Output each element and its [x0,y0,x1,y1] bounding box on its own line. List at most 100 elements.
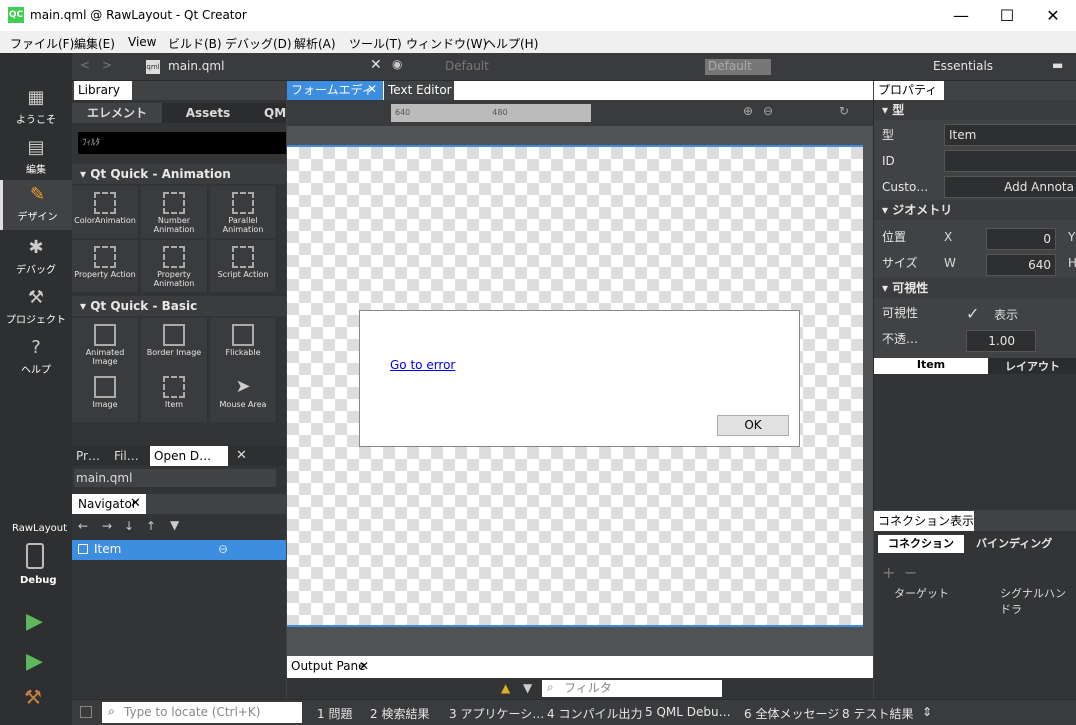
menu-help[interactable]: ヘルプ(H) [484,35,538,52]
workspace-selector[interactable]: Essentials [933,59,993,73]
menu-build[interactable]: ビルド(B) [168,35,222,52]
lib-item-property-action[interactable]: Property Action [72,240,139,292]
navigator-item-row[interactable]: Item ⊖ [72,540,286,560]
tab-elements[interactable]: エレメント [72,103,162,123]
move-left-icon[interactable]: ← [78,519,88,533]
lib-item-border-image[interactable]: Border Image [141,318,208,370]
lib-item-item[interactable]: Item [141,370,208,422]
close-tab-icon[interactable]: ✕ [236,448,247,463]
menu-tools[interactable]: ツール(T) [349,35,402,52]
menu-edit[interactable]: 編集(E) [74,35,115,52]
lib-item-flickable[interactable]: Flickable [210,318,277,370]
section-geometry[interactable]: ▾ ジオメトリ [874,200,1076,220]
locator-input[interactable]: Type to locate (Ctrl+K) [102,702,302,723]
live-preview-icon[interactable]: ◉ [392,57,402,71]
opacity-spinbox[interactable]: 1.00 [966,330,1036,352]
close-form-editor-icon[interactable]: ✕ [367,82,377,96]
mode-edit[interactable]: ▤ 編集 [0,133,72,183]
maximize-button[interactable]: ☐ [984,0,1030,31]
menu-window[interactable]: ウィンドウ(W) [406,35,487,52]
move-up-icon[interactable]: ↑ [146,519,156,533]
menu-analyze[interactable]: 解析(A) [294,35,336,52]
go-to-error-link[interactable]: Go to error [390,358,455,372]
toggle-sidebar-icon[interactable] [80,706,92,718]
id-field[interactable] [944,150,1076,172]
section-animation[interactable]: ▾ Qt Quick - Animation [72,164,286,184]
close-output-icon[interactable]: ✕ [359,659,369,673]
reset-icon[interactable]: ↻ [839,104,849,118]
lib-item-color-animation[interactable]: ColorAnimation [72,186,139,238]
section-type[interactable]: ▾ 型 [874,100,1076,120]
properties-tab[interactable]: プロパティ [874,81,944,100]
pane-test-results[interactable]: 8 テスト結果 [842,705,913,722]
library-filter-input[interactable]: ﾌｨﾙﾀ [78,132,286,154]
ok-button[interactable]: OK [717,415,789,436]
x-spinbox[interactable]: 0 [986,228,1056,250]
build-hammer-icon[interactable]: ⚒ [24,685,42,709]
add-connection-icon[interactable]: + [882,563,895,582]
tab-projects[interactable]: Pr… [76,449,100,463]
remove-connection-icon[interactable]: − [904,563,917,582]
pane-compile-output[interactable]: 4 コンパイル出力 [547,705,642,722]
pane-search-results[interactable]: 2 検索結果 [370,705,429,722]
tab-text-editor[interactable]: Text Editor [384,81,454,100]
tab-layout-props[interactable]: レイアウト [988,358,1076,374]
lib-item-animated-image[interactable]: Animated Image [72,318,139,370]
pane-qml-debugger[interactable]: 5 QML Debu… [645,705,731,719]
close-document-icon[interactable]: ✕ [370,57,382,73]
more-panes-icon[interactable]: ⇕ [922,705,932,719]
tab-bindings[interactable]: バインディング [970,535,1066,553]
pane-issues[interactable]: 1 問題 [317,705,352,722]
pane-general-messages[interactable]: 6 全体メッセージ [744,705,839,722]
tab-assets[interactable]: Assets [168,103,248,123]
zoom-in-icon[interactable]: ⊕ [743,104,753,118]
warning-icon[interactable]: ▲ [501,681,510,695]
mode-debug[interactable]: ✱ デバッグ [0,233,72,283]
close-navigator-icon[interactable]: ✕ [130,496,141,511]
mode-projects[interactable]: ⚒ プロジェクト [0,283,72,333]
export-icon[interactable]: ⊖ [218,542,228,556]
mode-design[interactable]: ✎ デザイン [0,180,72,230]
lib-item-property-animation[interactable]: Property Animation [141,240,208,292]
mode-help[interactable]: ? ヘルプ [0,333,72,383]
move-right-icon[interactable]: → [102,519,112,533]
lib-item-script-action[interactable]: Script Action [210,240,277,292]
style-selector[interactable]: Default [445,59,489,73]
tab-filesystem[interactable]: Fil… [114,449,139,463]
annotation-icon[interactable]: ▬ [1052,58,1063,72]
add-annotation-button[interactable]: Add Annota [944,176,1076,198]
run-icon[interactable]: ▶ [26,609,43,634]
section-visibility[interactable]: ▾ 可視性 [874,278,1076,298]
filter-icon[interactable]: ▼ [523,681,532,695]
section-basic[interactable]: ▾ Qt Quick - Basic [72,296,286,316]
menu-file[interactable]: ファイル(F) [10,35,74,52]
menu-view[interactable]: View [128,35,156,49]
state-selector[interactable]: Default [705,59,771,75]
width-spinbox[interactable]: 640 [986,254,1056,276]
tab-item-props[interactable]: Item [874,358,988,374]
visible-checkbox[interactable]: ✓ [966,304,979,323]
pane-application-output[interactable]: 3 アプリケーシ… [449,705,544,722]
close-button[interactable]: ✕ [1030,0,1076,31]
connections-tab[interactable]: コネクション表示 [874,511,974,531]
tab-connections[interactable]: コネクション [878,535,964,553]
mode-welcome[interactable]: ▦ ようこそ [0,83,72,133]
lib-item-mouse-area[interactable]: ➤ Mouse Area [210,370,277,422]
debug-run-icon[interactable]: ▶ [26,649,43,674]
open-doc-item[interactable]: main.qml [74,469,276,487]
lib-item-parallel-animation[interactable]: Parallel Animation [210,186,277,238]
minimize-button[interactable]: — [938,0,984,31]
output-pane-title[interactable]: Output Pane [291,659,366,673]
back-arrow-icon[interactable]: < [80,58,90,72]
device-icon[interactable] [26,543,44,569]
filter-icon[interactable]: ▼ [170,518,179,532]
zoom-out-icon[interactable]: ⊖ [763,104,773,118]
tab-open-documents[interactable]: Open D… [150,446,228,466]
move-down-icon[interactable]: ↓ [124,519,134,533]
menu-debug[interactable]: デバッグ(D) [225,35,292,52]
current-file-name[interactable]: main.qml [168,59,224,73]
type-field[interactable]: Item [944,124,1076,146]
forward-arrow-icon[interactable]: > [102,58,112,72]
output-filter-input[interactable]: フィルタ [542,680,722,697]
lib-item-number-animation[interactable]: Number Animation [141,186,208,238]
